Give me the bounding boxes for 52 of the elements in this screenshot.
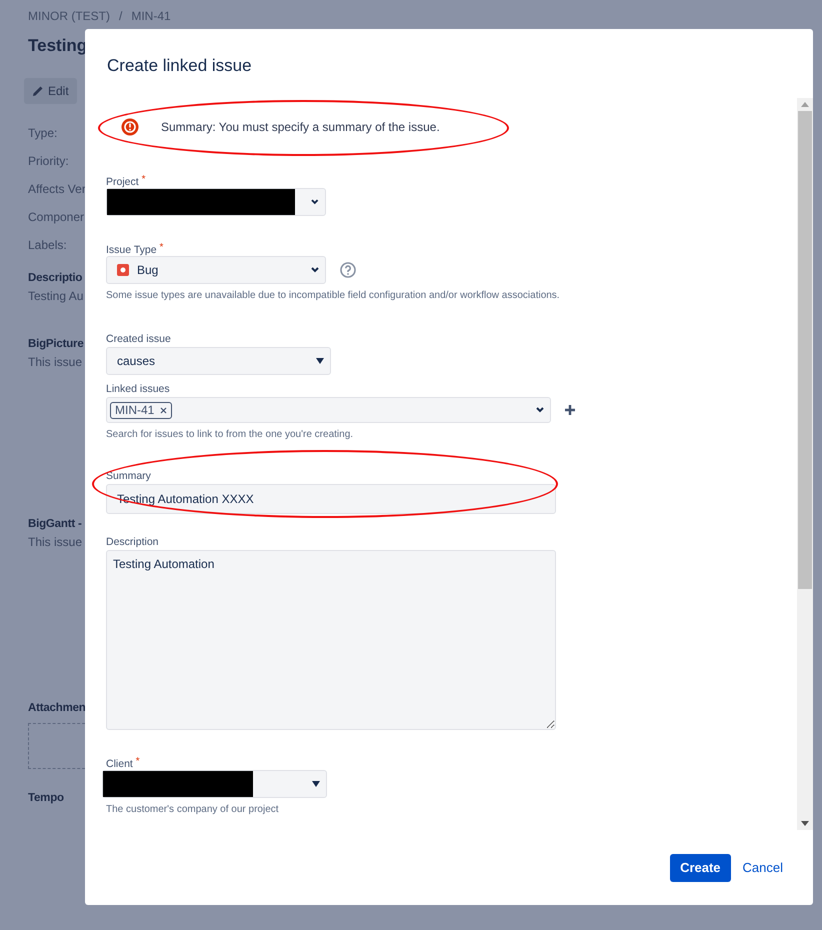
chevron-down-icon (536, 407, 544, 413)
scrollbar[interactable] (797, 98, 813, 830)
linked-issues-field[interactable]: MIN-41 (106, 397, 551, 423)
section-heading: BigGantt - (28, 517, 82, 532)
error-message: Summary: You must specify a summary of the issue. (161, 120, 440, 134)
field-label: Labels: (28, 237, 67, 254)
section-heading: BigPicture (28, 337, 84, 352)
field-label: Description (106, 536, 159, 548)
field-label: Summary (106, 470, 151, 482)
field-label: Client (106, 758, 133, 770)
section-text: This issue (28, 355, 82, 369)
section-heading: Attachmen (28, 701, 86, 716)
required-asterisk: * (136, 756, 140, 767)
help-icon[interactable] (340, 262, 356, 278)
issue-title: Testing (28, 36, 88, 56)
cancel-link[interactable]: Cancel (742, 860, 783, 875)
issue-tag[interactable]: MIN-41 (110, 402, 172, 418)
select-field[interactable]: Bug (106, 256, 326, 284)
create-button[interactable]: Create (670, 854, 731, 882)
error-icon (121, 118, 139, 136)
field-label: Issue Type (106, 244, 157, 256)
bug-icon (117, 264, 129, 276)
field-label: Created issue (106, 333, 171, 345)
chevron-down-icon (311, 267, 319, 273)
required-asterisk: * (160, 242, 164, 253)
section-text: This issue (28, 535, 82, 549)
plus-icon[interactable] (565, 405, 575, 415)
section-heading: Tempo (28, 791, 64, 806)
dialog-title: Create linked issue (106, 55, 253, 77)
section-heading: Descriptio (28, 271, 82, 286)
field-label: Type: (28, 125, 58, 142)
caret-down-icon (312, 781, 320, 787)
help-text: Some issue types are unavailable due to incompatible field configuration and/or workflow associations. (106, 290, 561, 301)
caret-down-icon (316, 358, 324, 364)
field-label: Affects Ver (28, 181, 86, 198)
scroll-down-icon[interactable] (801, 821, 809, 826)
breadcrumb-separator: / (119, 9, 122, 23)
required-asterisk: * (142, 174, 146, 185)
chevron-down-icon (311, 199, 319, 205)
field-label: Componer (28, 209, 84, 226)
select-field[interactable] (106, 188, 326, 216)
pencil-icon (32, 85, 44, 97)
field-label: Project (106, 176, 139, 188)
field-label: Linked issues (106, 383, 170, 395)
help-text: Search for issues to link to from the one you're creating. (106, 429, 354, 440)
help-text: The customer's company of our project (106, 804, 280, 815)
remove-icon[interactable] (160, 406, 168, 414)
select-field[interactable] (102, 770, 327, 798)
section-text: Testing Au (28, 289, 84, 303)
description-textarea[interactable]: Testing Automation (106, 550, 556, 730)
select-field[interactable]: causes (106, 347, 331, 375)
field-label: Priority: (28, 153, 69, 170)
